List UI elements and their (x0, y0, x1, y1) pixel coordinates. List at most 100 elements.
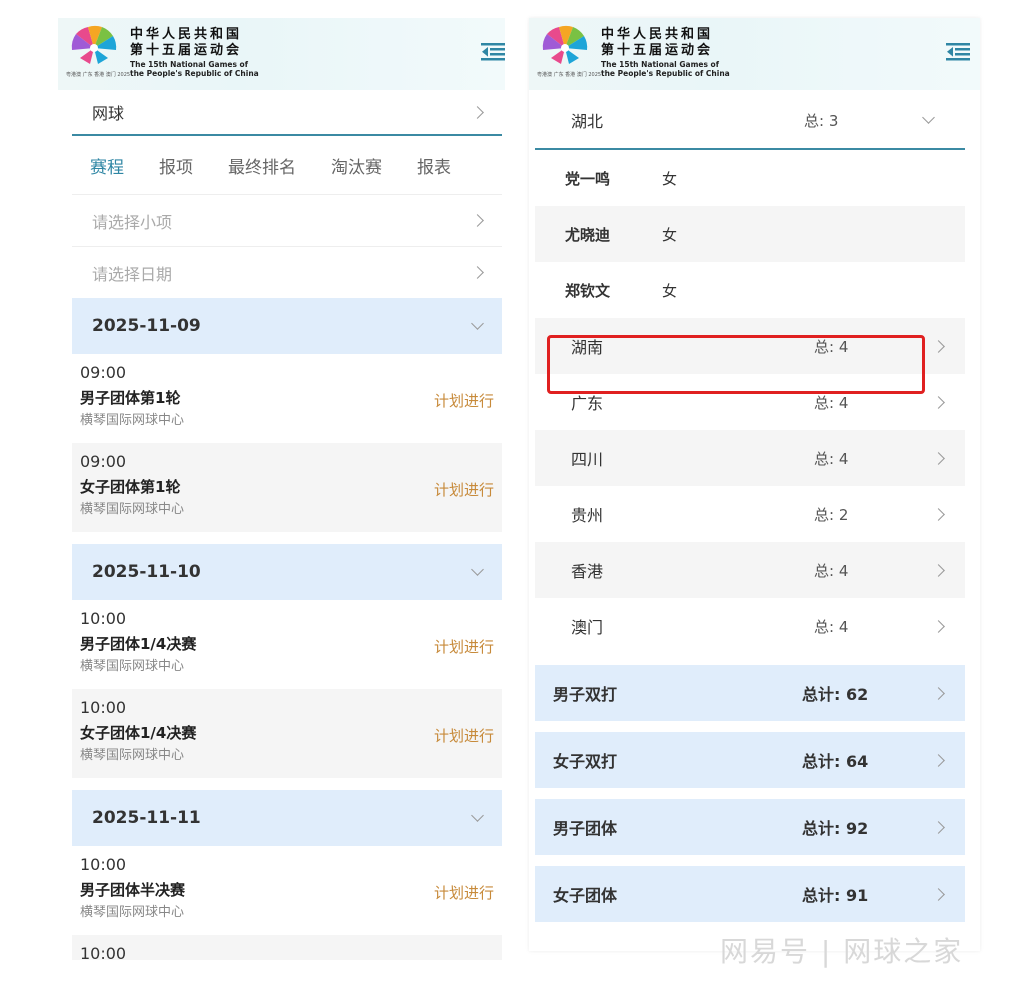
province-row[interactable]: 贵州 总: 2 (535, 486, 965, 542)
title-cn-line1: 中华人民共和国 (601, 27, 714, 42)
player-gender: 女 (662, 225, 678, 244)
left-screen: 粤港澳 广东 香港 澳门 2025 中华人民共和国 第十五届运动会 The 15… (58, 18, 505, 960)
national-games-logo (542, 25, 588, 64)
date-select[interactable]: 请选择日期 (72, 246, 502, 298)
tab-reports[interactable]: 报表 (417, 153, 451, 178)
chevron-right-icon (932, 451, 945, 465)
sport-selector[interactable]: 网球 (72, 90, 502, 136)
menu-icon[interactable] (946, 42, 970, 62)
event-status: 计划进行 (433, 884, 494, 902)
total-label: 总计: (802, 685, 841, 704)
province-row-expanded[interactable]: 湖北 总: 3 (535, 92, 965, 150)
title-cn-line1: 中华人民共和国 (130, 27, 243, 42)
tab-knockout[interactable]: 淘汰赛 (331, 153, 382, 178)
menu-icon[interactable] (481, 42, 505, 62)
title-cn-line2: 第十五届运动会 (601, 43, 714, 58)
app-title-cn: 中华人民共和国 第十五届运动会 (601, 27, 713, 59)
count-value: 3 (828, 111, 839, 130)
chevron-right-icon (932, 753, 945, 767)
province-row[interactable]: 四川 总: 4 (535, 430, 965, 486)
event-venue: 横琴国际网球中心 (80, 905, 185, 920)
province-name: 香港 (571, 562, 604, 581)
national-games-logo (71, 25, 117, 64)
category-row[interactable]: 女子团体 总计: 91 (535, 866, 965, 922)
province-name: 澳门 (571, 618, 604, 637)
player-row[interactable]: 郑钦文 女 (535, 262, 965, 318)
category-name: 男子团体 (553, 819, 618, 838)
player-name: 尤晓迪 (565, 225, 611, 244)
title-en-line1: The 15th National Games of (601, 60, 719, 69)
total-value: 91 (845, 886, 869, 905)
logo-caption: 粤港澳 广东 香港 澳门 2025 (537, 72, 602, 78)
chevron-right-icon (471, 105, 484, 119)
chevron-right-icon (932, 563, 945, 577)
highlight-box (547, 335, 925, 394)
event-time: 10:00 (80, 944, 127, 961)
right-screen: 粤港澳 广东 香港 澳门 2025 中华人民共和国 第十五届运动会 The 15… (529, 18, 980, 951)
date-header[interactable]: 2025-11-09 (72, 298, 502, 354)
category-row[interactable]: 男子团体 总计: 92 (535, 799, 965, 855)
event-item[interactable]: 09:00 男子团体第1轮 横琴国际网球中心 计划进行 (72, 354, 502, 443)
total-value: 64 (845, 752, 869, 771)
count-label: 总: (814, 561, 835, 580)
tab-entries[interactable]: 报项 (159, 153, 193, 178)
count-value: 4 (838, 393, 849, 412)
province-count: 总: 3 (804, 110, 924, 131)
tab-bar: 赛程 报项 最终排名 淘汰赛 报表 (72, 136, 502, 194)
category-total: 总计: 92 (802, 815, 934, 839)
event-item[interactable]: 10:00 女子团体1/4决赛 横琴国际网球中心 计划进行 (72, 689, 502, 778)
entries-content: 湖北 总: 3 党一鸣 女 尤晓迪 女 郑钦文 女 湖南 总: 4 广东 总: … (535, 92, 965, 922)
player-gender: 女 (662, 169, 678, 188)
total-label: 总计: (802, 886, 841, 905)
province-count: 总: 2 (814, 504, 934, 525)
chevron-right-icon (471, 266, 484, 279)
event-name: 女子团体1/4决赛 (80, 724, 197, 742)
category-name: 男子双打 (553, 685, 618, 704)
date-label: 2025-11-09 (92, 316, 201, 336)
count-value: 4 (838, 449, 849, 468)
date-header[interactable]: 2025-11-10 (72, 544, 502, 600)
event-item[interactable]: 10:00 (72, 935, 502, 960)
count-label: 总: (814, 617, 835, 636)
tab-final-ranking[interactable]: 最终排名 (228, 153, 296, 178)
player-row[interactable]: 尤晓迪 女 (535, 206, 965, 262)
event-item[interactable]: 10:00 男子团体半决赛 横琴国际网球中心 计划进行 (72, 846, 502, 935)
watermark: 网易号 | 网球之家 (720, 935, 964, 968)
event-status: 计划进行 (433, 638, 494, 656)
player-row[interactable]: 党一鸣 女 (535, 150, 965, 206)
event-name: 男子团体第1轮 (80, 389, 181, 407)
title-en-line2: the People's Republic of China (130, 69, 259, 78)
date-header[interactable]: 2025-11-11 (72, 790, 502, 846)
province-count: 总: 4 (814, 448, 934, 469)
chevron-right-icon (932, 887, 945, 901)
category-row[interactable]: 男子双打 总计: 62 (535, 665, 965, 721)
event-name: 男子团体1/4决赛 (80, 635, 197, 653)
schedule-content: 网球 赛程 报项 最终排名 淘汰赛 报表 请选择小项 请选择日期 2025-11… (72, 90, 502, 960)
chevron-down-icon (471, 808, 484, 822)
tab-schedule[interactable]: 赛程 (90, 153, 124, 178)
chevron-right-icon (471, 214, 484, 227)
province-count: 总: 4 (814, 392, 934, 413)
total-label: 总计: (802, 752, 841, 771)
category-name: 女子双打 (553, 752, 618, 771)
province-count: 总: 4 (814, 560, 934, 581)
date-label: 2025-11-11 (92, 808, 201, 828)
count-value: 4 (838, 561, 849, 580)
total-value: 92 (845, 819, 869, 838)
event-item[interactable]: 10:00 男子团体1/4决赛 横琴国际网球中心 计划进行 (72, 600, 502, 689)
total-value: 62 (845, 685, 869, 704)
chevron-down-icon (471, 562, 484, 576)
event-venue: 横琴国际网球中心 (80, 502, 185, 517)
player-name: 郑钦文 (565, 281, 611, 300)
app-title-cn: 中华人民共和国 第十五届运动会 (130, 27, 242, 59)
total-label: 总计: (802, 819, 841, 838)
event-item[interactable]: 09:00 女子团体第1轮 横琴国际网球中心 计划进行 (72, 443, 502, 532)
category-row[interactable]: 女子双打 总计: 64 (535, 732, 965, 788)
date-select-placeholder: 请选择日期 (92, 264, 173, 284)
province-row[interactable]: 澳门 总: 4 (535, 598, 965, 654)
chevron-right-icon (932, 820, 945, 834)
event-venue: 横琴国际网球中心 (80, 748, 185, 763)
event-select[interactable]: 请选择小项 (72, 194, 502, 246)
province-row[interactable]: 香港 总: 4 (535, 542, 965, 598)
event-status: 计划进行 (433, 392, 494, 410)
